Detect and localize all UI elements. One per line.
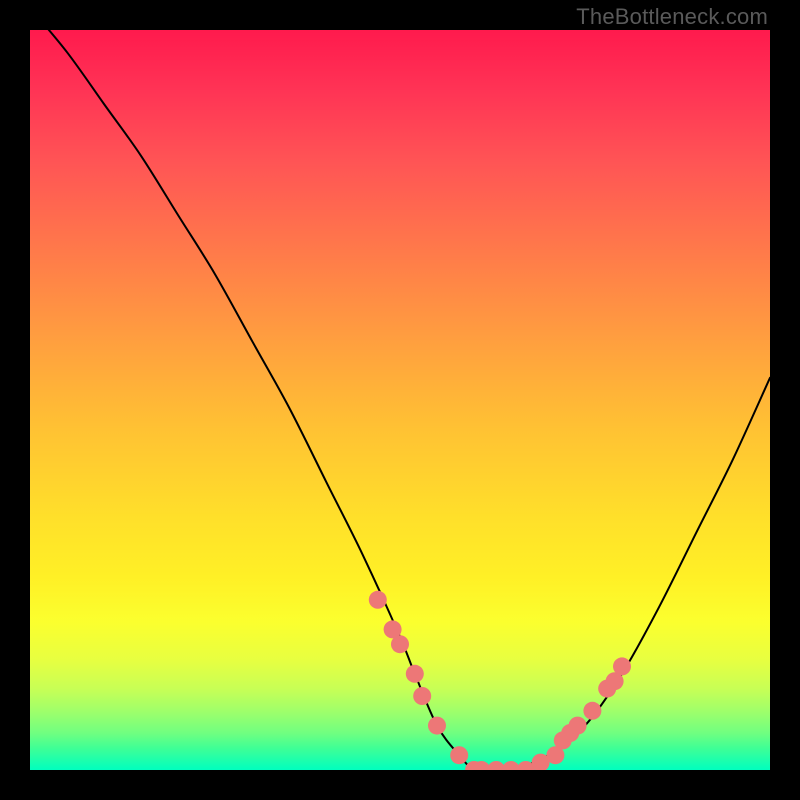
plot-area <box>30 30 770 770</box>
watermark-text: TheBottleneck.com <box>576 4 768 30</box>
curve-marker <box>583 702 601 720</box>
curve-marker <box>613 657 631 675</box>
curve-marker <box>413 687 431 705</box>
curve-marker <box>428 717 446 735</box>
bottleneck-curve <box>30 30 770 770</box>
curve-marker <box>391 635 409 653</box>
marker-group <box>369 591 631 770</box>
curve-marker <box>450 746 468 764</box>
curve-marker <box>569 717 587 735</box>
curve-marker <box>406 665 424 683</box>
chart-frame: TheBottleneck.com <box>0 0 800 800</box>
curve-svg <box>30 30 770 770</box>
curve-marker <box>369 591 387 609</box>
